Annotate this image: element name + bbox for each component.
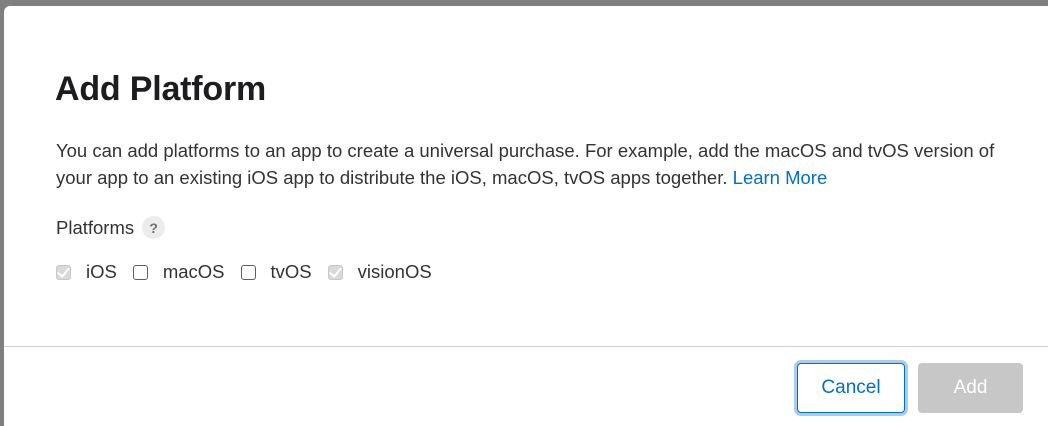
help-icon[interactable]: ? [142,216,166,239]
macos-checkbox[interactable] [132,264,148,280]
checkmark-icon [56,263,71,278]
ios-label: iOS [86,261,117,282]
platform-option-macos[interactable]: macOS [132,261,225,283]
ios-checkbox[interactable] [56,263,71,280]
platform-checkbox-group: iOS macOS tvOS visionOS [56,261,448,283]
platforms-label: Platforms [56,216,135,238]
platform-option-visionos[interactable]: visionOS [327,261,432,283]
learn-more-link[interactable]: Learn More [733,167,828,188]
visionos-label: visionOS [357,261,432,282]
footer-divider [4,346,1048,347]
tvos-checkbox[interactable] [240,264,256,280]
platform-option-tvos[interactable]: tvOS [240,261,312,283]
checkmark-icon [328,263,342,278]
platform-option-ios[interactable]: iOS [56,261,117,283]
description-text: You can add platforms to an app to creat… [56,140,995,188]
add-button[interactable]: Add [918,363,1023,413]
visionos-checkbox[interactable] [327,263,343,280]
add-platform-dialog: Add Platform You can add platforms to an… [4,6,1048,426]
macos-label: macOS [162,261,225,282]
dialog-description: You can add platforms to an app to creat… [56,137,1016,191]
tvos-label: tvOS [270,261,312,282]
dialog-title: Add Platform [55,70,267,108]
cancel-button[interactable]: Cancel [797,363,905,413]
platforms-header: Platforms ? [56,216,166,239]
